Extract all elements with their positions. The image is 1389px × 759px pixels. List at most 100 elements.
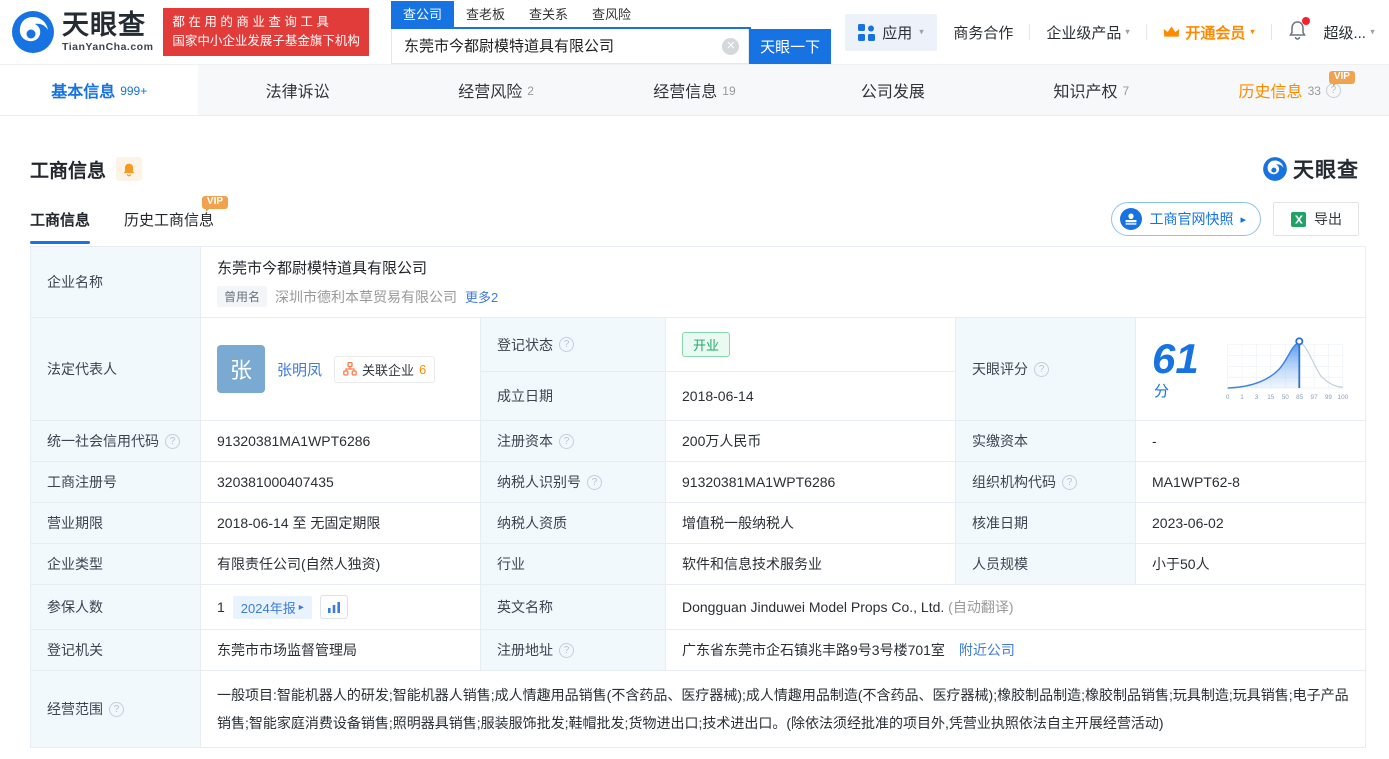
menu-open-vip[interactable]: 开通会员 ▾ <box>1163 22 1255 43</box>
help-icon[interactable]: ? <box>559 337 574 353</box>
reg-authority-value: 东莞市市场监督管理局 <box>200 629 481 671</box>
search-area: 查公司 查老板 查关系 查风险 ✕ 天眼一下 <box>390 0 831 64</box>
menu-biz-cooperation[interactable]: 商务合作 <box>953 22 1013 43</box>
chevron-down-icon: ▾ <box>1370 27 1375 37</box>
legal-rep-name-link[interactable]: 张明凤 <box>277 359 322 380</box>
svg-text:97: 97 <box>1310 394 1318 401</box>
notification-dot <box>1302 16 1311 25</box>
help-icon[interactable]: ? <box>109 701 124 717</box>
tab-operating-risk[interactable]: 经营风险 2 <box>397 65 595 115</box>
help-icon[interactable]: ? <box>559 433 574 449</box>
subtab-business-info[interactable]: 工商信息 <box>30 209 91 244</box>
english-name-label: 英文名称 <box>480 584 666 630</box>
related-companies-badge[interactable]: 关联企业 6 <box>334 355 436 383</box>
apps-label: 应用 <box>882 24 913 42</box>
chevron-down-icon: ▾ <box>1125 27 1131 37</box>
reg-status-label: 登记状态? <box>480 316 666 373</box>
legal-rep-avatar[interactable]: 张 <box>217 345 265 393</box>
status-badge: 开业 <box>682 332 731 358</box>
chevron-right-icon: ▸ <box>298 601 304 613</box>
table-row-business-term: 营业期限 2018-06-14 至 无固定期限 纳税人资质 增值税一般纳税人 核… <box>30 502 1367 544</box>
tab-company-development[interactable]: 公司发展 <box>794 65 992 115</box>
tab-legal-litigation[interactable]: 法律诉讼 <box>198 65 396 115</box>
company-type-label: 企业类型 <box>30 543 201 585</box>
tianyancha-logo[interactable]: 天眼查 TianYanCha.com <box>10 9 153 55</box>
annual-report-badge[interactable]: 2024年报 ▸ <box>232 595 312 619</box>
search-button[interactable]: 天眼一下 <box>749 28 831 64</box>
subscribe-bell-icon[interactable] <box>116 157 143 181</box>
tab-basic-info[interactable]: 基本信息 999+ <box>0 65 199 115</box>
search-input[interactable] <box>390 28 750 64</box>
menu-super-vip[interactable]: 超级... ▾ <box>1323 22 1375 43</box>
svg-text:1: 1 <box>1240 394 1244 401</box>
paid-capital-label: 实缴资本 <box>955 420 1136 462</box>
tab-operating-info[interactable]: 经营信息 19 <box>595 65 793 115</box>
help-icon[interactable]: ? <box>1062 474 1077 490</box>
tab-history-info[interactable]: VIP 历史信息 33 ? <box>1191 65 1389 115</box>
section-title: 工商信息 <box>30 160 107 182</box>
tianyancha-logo-icon <box>12 11 54 53</box>
stamp-icon <box>1120 208 1143 230</box>
help-icon[interactable]: ? <box>165 433 180 449</box>
approval-date-label: 核准日期 <box>955 502 1136 544</box>
divider <box>1271 24 1273 40</box>
business-term-label: 营业期限 <box>30 502 201 544</box>
help-icon[interactable]: ? <box>587 474 602 490</box>
reg-address-label: 注册地址? <box>480 629 666 671</box>
official-snapshot-button[interactable]: 工商官网快照 ▸ <box>1111 202 1261 236</box>
former-name-badge: 曾用名 <box>217 286 268 307</box>
help-icon[interactable]: ? <box>1034 361 1049 377</box>
org-structure-icon <box>343 362 357 376</box>
tab-intellectual-property[interactable]: 知识产权 7 <box>992 65 1190 115</box>
menu-enterprise-product[interactable]: 企业级产品 ▾ <box>1046 22 1130 43</box>
score-distribution-chart: 0 1 3 15 50 85 97 99 100 <box>1226 337 1348 401</box>
crown-icon <box>1164 26 1180 37</box>
business-scope-value: 一般项目:智能机器人的研发;智能机器人销售;成人情趣用品销售(不含药品、医疗器械… <box>217 687 1349 731</box>
apps-menu[interactable]: 应用 ▾ <box>845 13 938 51</box>
nearby-companies-link[interactable]: 附近公司 <box>959 642 1015 658</box>
business-info-tabs: 工商信息 VIP 历史工商信息 <box>30 196 229 244</box>
table-row-credit-code: 统一社会信用代码? 91320381MA1WPT6286 注册资本? 200万人… <box>30 420 1367 462</box>
establish-date-value: 2018-06-14 <box>665 371 956 421</box>
reg-authority-label: 登记机关 <box>30 629 201 671</box>
search-tabs: 查公司 查老板 查关系 查风险 <box>390 0 751 29</box>
insured-trend-button[interactable] <box>319 595 348 619</box>
brand-domain: TianYanCha.com <box>62 40 154 53</box>
business-info-table: 企业名称 东莞市今都尉模特道具有限公司 曾用名 深圳市德利本草贸易有限公司 更多… <box>30 246 1367 748</box>
vip-badge: VIP <box>1328 71 1355 87</box>
vip-badge: VIP <box>201 196 229 212</box>
search-tab-risk[interactable]: 查风险 <box>580 1 643 27</box>
search-tab-relation[interactable]: 查关系 <box>517 1 580 27</box>
table-row-reg-number: 工商注册号 320381000407435 纳税人识别号? 91320381MA… <box>30 461 1367 503</box>
clear-search-icon[interactable]: ✕ <box>722 37 740 55</box>
table-row-business-scope: 经营范围? 一般项目:智能机器人的研发;智能机器人销售;成人情趣用品销售(不含药… <box>30 670 1367 748</box>
svg-text:15: 15 <box>1267 394 1275 401</box>
auto-translate-note: (自动翻译) <box>948 599 1014 615</box>
taxpayer-quality-value: 增值税一般纳税人 <box>665 502 956 544</box>
excel-icon <box>1291 211 1306 227</box>
main-content: 工商信息 天眼查 工商信息 VIP 历史工商信息 工商官网快照 ▸ 导出 企业名… <box>0 154 1389 748</box>
svg-text:100: 100 <box>1337 394 1348 401</box>
tianyancha-logo-icon <box>1263 157 1287 181</box>
insured-count-label: 参保人数 <box>30 584 201 630</box>
chevron-down-icon: ▾ <box>1250 27 1256 37</box>
company-nav-tabs: 基本信息 999+ 法律诉讼 经营风险 2 经营信息 19 公司发展 知识产权 … <box>0 64 1389 116</box>
company-name-value: 东莞市今都尉模特道具有限公司 <box>217 260 428 277</box>
export-button[interactable]: 导出 <box>1273 202 1359 236</box>
brand-name: 天眼查 <box>62 9 146 40</box>
help-icon[interactable]: ? <box>559 642 574 658</box>
search-tab-boss[interactable]: 查老板 <box>454 1 517 27</box>
establish-date-label: 成立日期 <box>480 371 666 421</box>
notifications-bell-icon[interactable] <box>1288 16 1311 45</box>
more-former-names-link[interactable]: 更多2 <box>465 287 498 306</box>
business-term-value: 2018-06-14 至 无固定期限 <box>200 502 481 544</box>
score-marker-dot <box>1295 337 1304 346</box>
search-tab-company[interactable]: 查公司 <box>390 0 454 27</box>
chevron-right-icon: ▸ <box>1240 213 1246 226</box>
subtab-history-business-info[interactable]: VIP 历史工商信息 <box>124 196 229 244</box>
slogan-line2: 国家中小企业发展子基金旗下机构 <box>172 34 360 48</box>
english-name-value: Dongguan Jinduwei Model Props Co., Ltd. <box>682 599 945 615</box>
svg-text:0: 0 <box>1226 394 1230 401</box>
industry-label: 行业 <box>480 543 666 585</box>
taxpayer-id-value: 91320381MA1WPT6286 <box>665 461 956 503</box>
